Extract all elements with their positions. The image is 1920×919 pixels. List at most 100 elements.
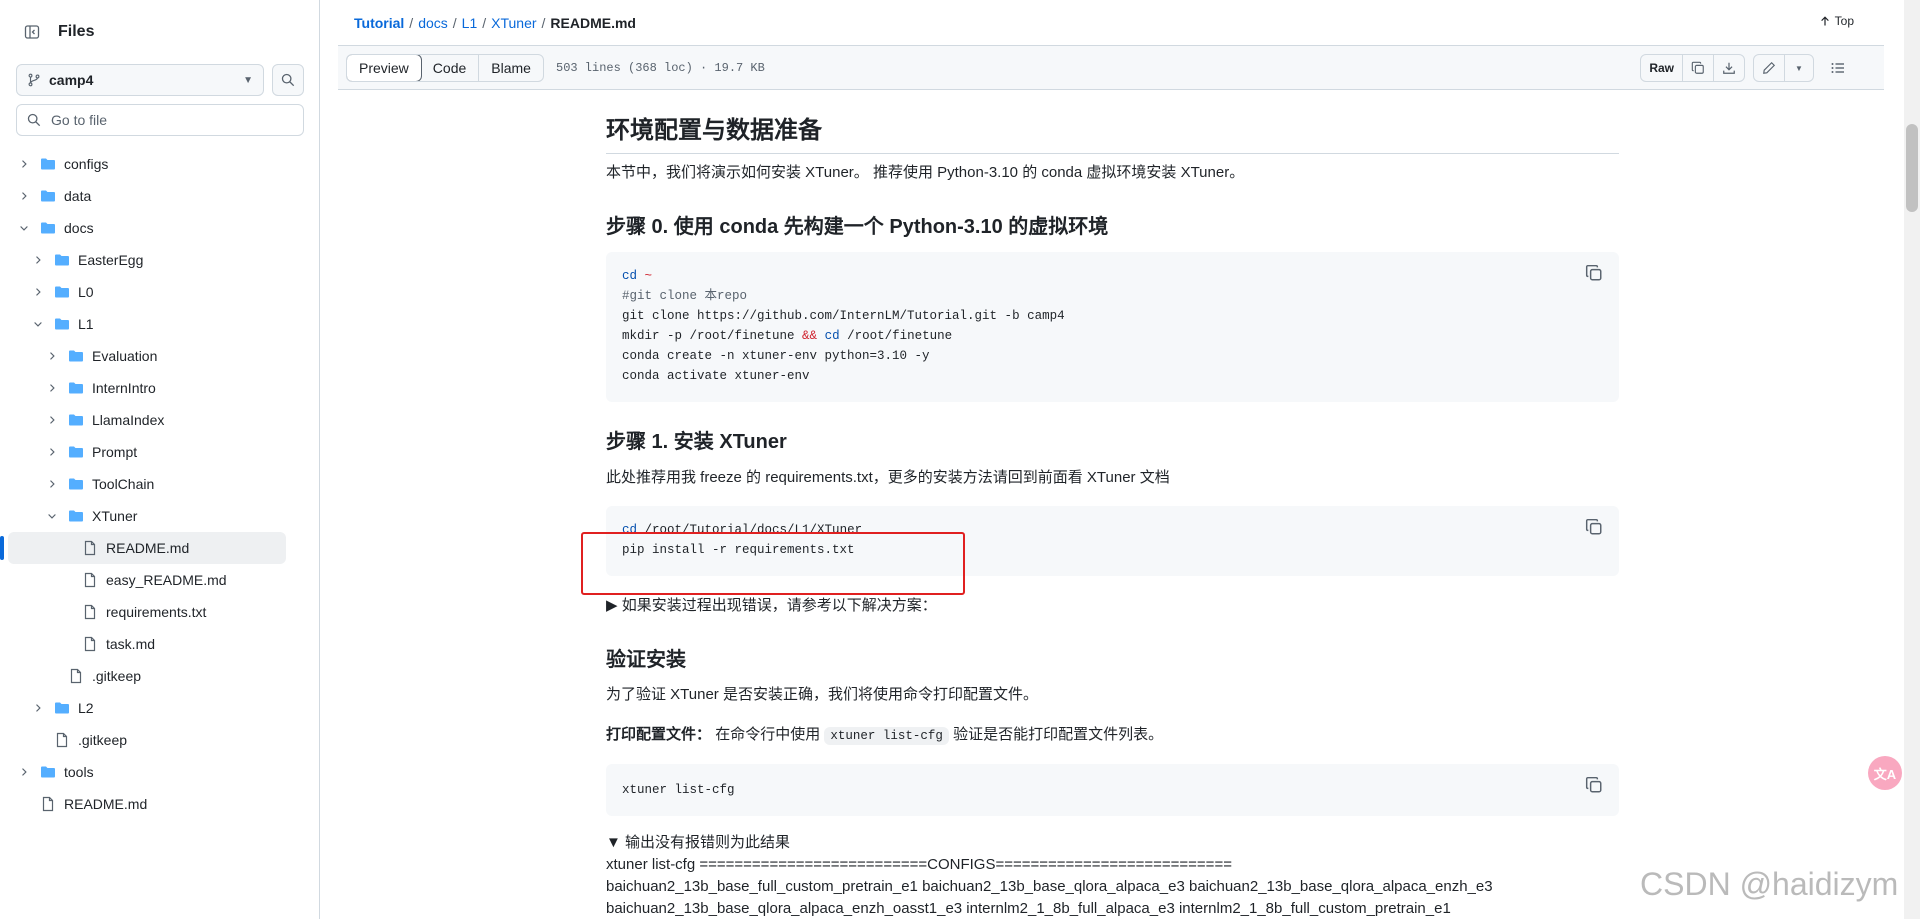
tree-file-item[interactable]: task.md <box>0 628 320 660</box>
chevron-down-icon[interactable] <box>16 220 32 236</box>
folder-icon <box>40 764 56 780</box>
tree-item-label: docs <box>64 220 94 236</box>
download-button[interactable] <box>1714 55 1744 81</box>
details-install-errors[interactable]: ▶ 如果安装过程出现错误，请参考以下解决方案： <box>606 595 937 617</box>
tree-item-label: task.md <box>106 636 156 652</box>
tree-folder-item[interactable]: tools <box>0 756 320 788</box>
file-icon <box>68 668 84 684</box>
scrollbar-thumb[interactable] <box>1906 124 1918 212</box>
chevron-right-icon[interactable] <box>44 380 60 396</box>
go-to-file-input[interactable]: Go to file <box>16 104 304 136</box>
chevron-right-icon[interactable] <box>30 252 46 268</box>
folder-icon <box>54 252 70 268</box>
copy-icon[interactable] <box>1585 264 1603 282</box>
tree-folder-item[interactable]: InternIntro <box>0 372 320 404</box>
search-icon <box>27 113 41 127</box>
tree-item-label: ToolChain <box>92 476 155 492</box>
raw-button[interactable]: Raw <box>1641 55 1683 81</box>
tree-file-item[interactable]: README.md <box>0 532 286 564</box>
sidebar-collapse-icon <box>24 25 40 39</box>
tree-folder-item[interactable]: EasterEgg <box>0 244 320 276</box>
tree-folder-item[interactable]: ToolChain <box>0 468 320 500</box>
branch-selector[interactable]: camp4 ▼ <box>16 64 264 96</box>
breadcrumb-link-xtuner[interactable]: XTuner <box>491 15 536 31</box>
tree-item-label: Prompt <box>92 444 138 460</box>
search-icon <box>281 73 295 87</box>
tree-folder-item[interactable]: L1 <box>0 308 320 340</box>
tree-folder-item[interactable]: LlamaIndex <box>0 404 320 436</box>
folder-icon <box>54 700 70 716</box>
watermark: CSDN @haidizym <box>1640 866 1899 902</box>
raw-actions-group: Raw <box>1640 54 1745 82</box>
file-info: 503 lines (368 loc) · 19.7 KB <box>556 61 765 75</box>
copy-icon[interactable] <box>1585 776 1603 794</box>
tree-item-label: easy_README.md <box>106 572 227 588</box>
folder-icon <box>68 412 84 428</box>
chevron-right-icon[interactable] <box>30 700 46 716</box>
tree-file-item[interactable]: README.md <box>0 788 320 820</box>
copy-raw-button[interactable] <box>1683 55 1714 81</box>
tree-folder-item[interactable]: L0 <box>0 276 320 308</box>
chevron-right-icon[interactable] <box>16 156 32 172</box>
tree-item-label: .gitkeep <box>92 668 142 684</box>
tree-folder-item[interactable]: L2 <box>0 692 320 724</box>
pencil-icon <box>1763 61 1776 74</box>
tree-item-label: tools <box>64 764 94 780</box>
code-block-step0: cd ~ #git clone 本repo git clone https://… <box>606 252 1619 402</box>
tree-item-label: LlamaIndex <box>92 412 165 428</box>
code-block-list-cfg: xtuner list-cfg <box>606 764 1619 816</box>
chevron-right-icon[interactable] <box>44 348 60 364</box>
edit-dropdown-button[interactable]: ▼ <box>1785 55 1813 81</box>
file-tree-sidebar: Files camp4 ▼ Go to file configs data docs… <box>0 0 320 919</box>
chevron-down-icon[interactable] <box>30 316 46 332</box>
tree-folder-item[interactable]: XTuner <box>0 500 320 532</box>
back-to-top-button[interactable]: Top <box>1819 14 1854 28</box>
tree-file-item[interactable]: easy_README.md <box>0 564 320 596</box>
chevron-right-icon[interactable] <box>44 412 60 428</box>
tree-file-item[interactable]: .gitkeep <box>0 724 320 756</box>
tree-file-item[interactable]: requirements.txt <box>0 596 320 628</box>
tab-code[interactable]: Code <box>421 55 480 81</box>
top-label: Top <box>1834 14 1854 28</box>
chevron-down-icon[interactable] <box>44 508 60 524</box>
output-line-3: baichuan2_13b_base_qlora_alpaca_enzh_oas… <box>606 900 1451 917</box>
edit-button[interactable] <box>1754 55 1785 81</box>
details-output[interactable]: ▼ 输出没有报错则为此结果 <box>606 832 790 854</box>
tree-folder-item[interactable]: Evaluation <box>0 340 320 372</box>
file-view: Tutorial / docs / L1/ XTuner / README.md To… <box>338 0 1884 919</box>
search-files-button[interactable] <box>272 64 304 96</box>
file-icon <box>40 796 56 812</box>
tree-folder-item[interactable]: data <box>0 180 320 212</box>
chevron-right-icon[interactable] <box>44 476 60 492</box>
collapse-sidebar-button[interactable] <box>16 16 48 48</box>
tree-item-label: requirements.txt <box>106 604 207 620</box>
folder-icon <box>68 476 84 492</box>
tab-blame[interactable]: Blame <box>479 55 543 81</box>
tree-folder-item[interactable]: Prompt <box>0 436 320 468</box>
tree-folder-item[interactable]: docs <box>0 212 320 244</box>
chevron-right-icon[interactable] <box>44 444 60 460</box>
chevron-right-icon[interactable] <box>16 188 32 204</box>
tree-folder-item[interactable]: configs <box>0 148 320 180</box>
heading-step1: 步骤 1. 安装 XTuner <box>606 431 787 453</box>
highlight-annotation-box <box>581 532 965 595</box>
chevron-right-icon[interactable] <box>30 284 46 300</box>
breadcrumb-link-docs[interactable]: docs <box>418 15 448 31</box>
tree-file-item[interactable]: .gitkeep <box>0 660 320 692</box>
chevron-right-icon[interactable] <box>16 764 32 780</box>
breadcrumb-link-tutorial[interactable]: Tutorial <box>354 15 404 31</box>
file-icon <box>82 572 98 588</box>
translate-badge[interactable]: 文A <box>1868 756 1902 790</box>
file-icon <box>82 540 98 556</box>
file-icon <box>82 604 98 620</box>
copy-icon[interactable] <box>1585 518 1603 536</box>
branch-name: camp4 <box>49 72 94 88</box>
breadcrumb-link-l1[interactable]: L1 <box>462 15 478 31</box>
outline-button[interactable] <box>1822 54 1854 82</box>
folder-icon <box>68 508 84 524</box>
tab-preview[interactable]: Preview <box>346 55 422 81</box>
